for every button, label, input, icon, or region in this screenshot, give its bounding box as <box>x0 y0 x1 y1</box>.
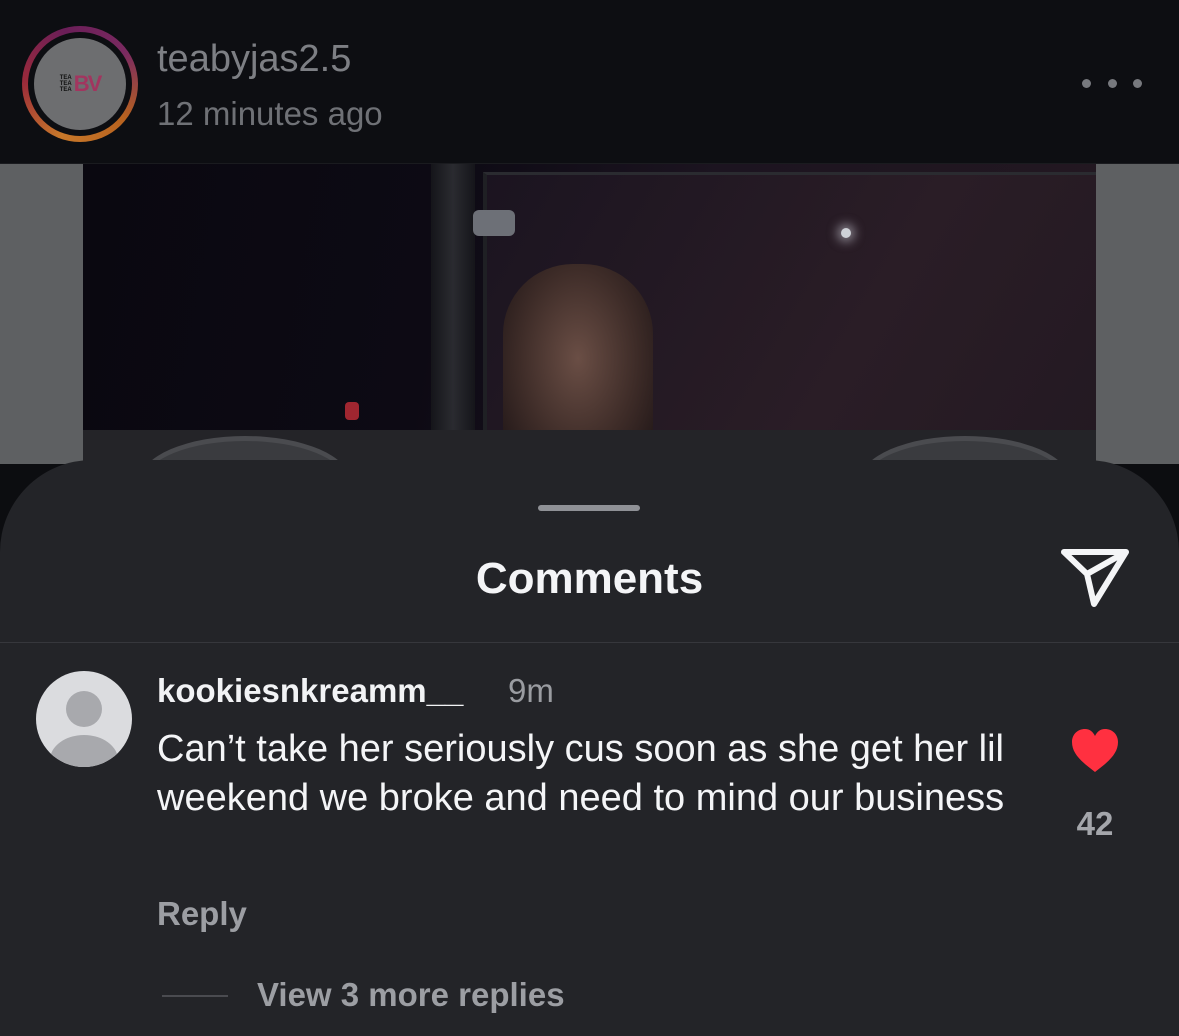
author-avatar[interactable]: TEA TEA TEA BV <box>22 26 138 142</box>
heart-filled-icon[interactable] <box>1070 728 1120 774</box>
logo-mark: BV <box>73 71 103 96</box>
post-photo[interactable] <box>83 164 1096 464</box>
logo-stack-text: TEA TEA TEA <box>60 75 72 93</box>
post-header: TEA TEA TEA BV teabyjas2.5 12 minutes ag… <box>0 0 1179 164</box>
more-dot <box>1107 78 1117 88</box>
comment-age: 9m <box>508 672 554 709</box>
commenter-username[interactable]: kookiesnkreamm__ <box>157 672 463 710</box>
photo-clip-shape <box>473 210 515 236</box>
avatar-ring-inner: TEA TEA TEA BV <box>28 32 132 136</box>
photo-light-shape <box>841 228 851 238</box>
view-more-replies-button[interactable]: View 3 more replies <box>257 976 565 1014</box>
like-count: 42 <box>1076 805 1114 842</box>
sheet-drag-handle[interactable] <box>538 505 640 511</box>
more-dot <box>1082 78 1091 88</box>
comment-text: Can’t take her seriously cus soon as she… <box>157 728 1005 819</box>
avatar-logo: TEA TEA TEA BV <box>34 38 126 130</box>
sheet-divider <box>0 642 1179 643</box>
more-dot <box>1133 78 1142 88</box>
photo-pole-shape <box>431 164 475 464</box>
post-timestamp: 12 minutes ago <box>157 95 383 132</box>
default-avatar-head <box>66 691 102 727</box>
screen: TEA TEA TEA BV teabyjas2.5 12 minutes ag… <box>0 0 1179 1036</box>
photo-candle-shape <box>345 402 359 420</box>
sheet-title: Comments <box>475 554 704 603</box>
post-media-backdrop <box>0 164 1179 526</box>
comments-sheet: Comments kookiesnkreamm__ 9m Can’t take … <box>0 460 1179 1036</box>
commenter-avatar[interactable] <box>36 671 132 767</box>
send-paper-plane-icon[interactable] <box>1060 544 1132 610</box>
author-username[interactable]: teabyjas2.5 <box>157 38 351 81</box>
replies-divider-line <box>162 995 228 997</box>
logo-stack-line: TEA <box>59 87 72 93</box>
reply-button[interactable]: Reply <box>157 895 247 933</box>
more-horizontal-icon[interactable] <box>1082 68 1142 98</box>
default-avatar-body <box>50 735 118 767</box>
